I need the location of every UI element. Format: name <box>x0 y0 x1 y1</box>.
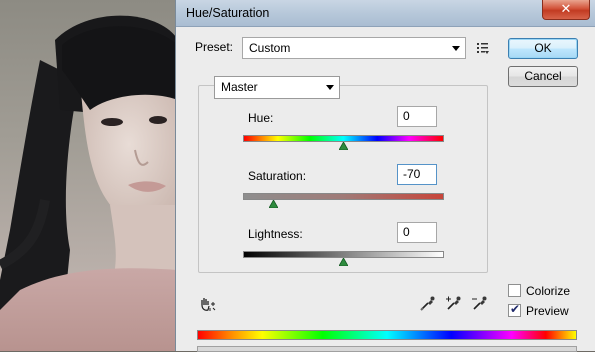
lightness-label: Lightness: <box>248 227 303 241</box>
channel-dropdown[interactable]: Master <box>214 76 340 99</box>
preview-label: Preview <box>526 304 569 318</box>
preset-dropdown[interactable]: Custom <box>242 37 466 59</box>
colorize-label: Colorize <box>526 284 571 298</box>
close-button[interactable]: ✕ <box>542 0 590 20</box>
hue-slider-thumb[interactable] <box>339 142 348 150</box>
preview-checkbox[interactable]: ✔ <box>508 302 521 317</box>
preset-label: Preset: <box>195 40 234 54</box>
chevron-down-icon <box>452 46 460 51</box>
lightness-input[interactable]: 0 <box>397 222 437 243</box>
eyedropper-plus-icon[interactable] <box>445 295 462 312</box>
channel-value: Master <box>221 80 258 94</box>
dialog-title: Hue/Saturation <box>186 6 270 20</box>
hue-label: Hue: <box>248 111 274 125</box>
lightness-slider-thumb[interactable] <box>339 258 348 266</box>
saturation-slider-track[interactable] <box>243 193 444 200</box>
hue-saturation-dialog: Hue/Saturation ✕ Preset: Custom OK Cance… <box>175 0 595 352</box>
hue-slider-track[interactable] <box>243 135 444 142</box>
title-bar[interactable]: Hue/Saturation ✕ <box>176 0 595 27</box>
checkmark-icon: ✔ <box>510 302 521 316</box>
colorize-checkbox[interactable] <box>508 284 521 297</box>
hue-input[interactable]: 0 <box>397 106 437 127</box>
eyedropper-minus-icon[interactable] <box>471 295 488 312</box>
output-spectrum-bar <box>197 346 577 352</box>
input-spectrum-bar <box>197 330 577 340</box>
preset-options-icon[interactable] <box>476 41 490 55</box>
lightness-slider-track[interactable] <box>243 251 444 258</box>
hand-adjust-icon[interactable] <box>200 296 216 312</box>
ok-button[interactable]: OK <box>508 38 578 59</box>
chevron-down-icon <box>326 85 334 90</box>
adjustment-group <box>198 85 488 273</box>
dialog-content: Preset: Custom OK Cancel Master Hue: 0 S… <box>176 28 595 352</box>
preset-value: Custom <box>249 41 291 55</box>
eyedropper-icon[interactable] <box>419 295 436 312</box>
cancel-button[interactable]: Cancel <box>508 66 578 87</box>
background-photo <box>0 0 178 351</box>
saturation-label: Saturation: <box>248 169 307 183</box>
saturation-input[interactable]: -70 <box>397 164 437 185</box>
saturation-slider-thumb[interactable] <box>268 200 278 208</box>
